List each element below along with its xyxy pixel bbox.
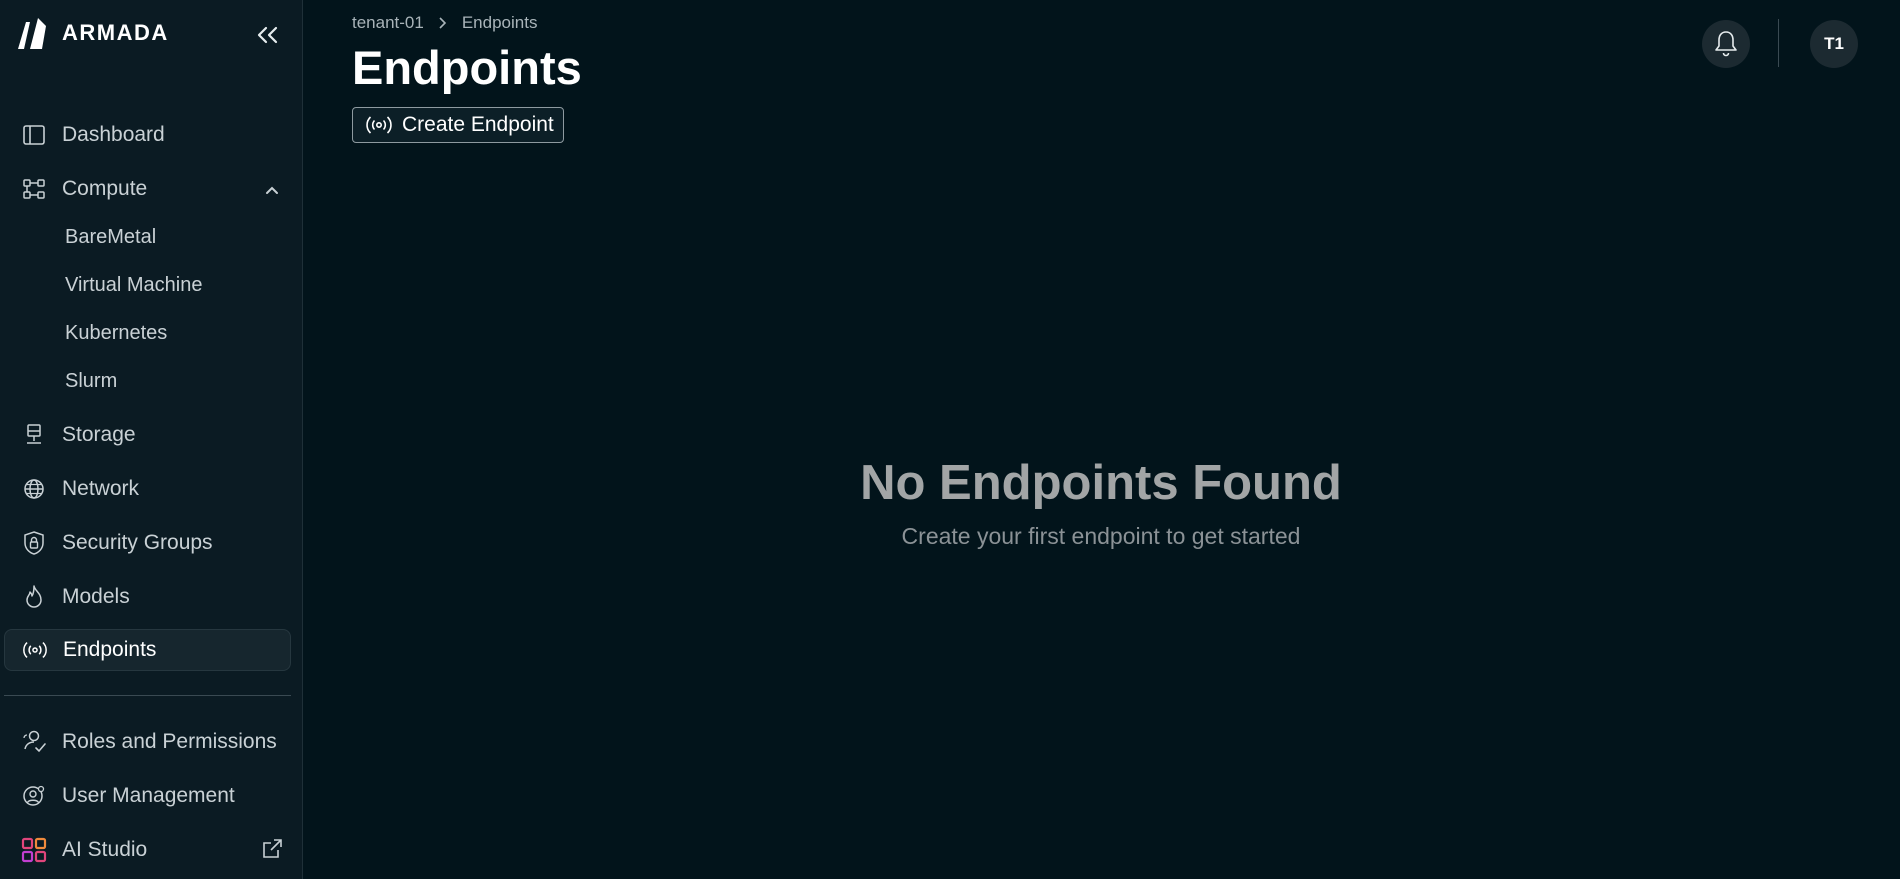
- sidebar-item-network[interactable]: Network: [4, 468, 291, 510]
- dashboard-icon: [20, 121, 48, 149]
- collapse-sidebar-button[interactable]: [252, 20, 282, 50]
- sidebar-item-label: Dashboard: [62, 123, 165, 146]
- sidebar-item-label: Storage: [62, 423, 136, 446]
- chevron-up-icon[interactable]: [262, 180, 282, 200]
- user-gear-icon: [20, 782, 48, 810]
- brand-logo[interactable]: ARMADA: [16, 16, 169, 50]
- globe-icon: [20, 475, 48, 503]
- create-endpoint-button[interactable]: Create Endpoint: [352, 107, 564, 143]
- create-endpoint-label: Create Endpoint: [402, 113, 554, 136]
- sidebar-item-label: AI Studio: [62, 838, 148, 861]
- sidebar-subitem-slurm[interactable]: Slurm: [65, 364, 117, 398]
- roles-icon: [20, 728, 48, 756]
- broadcast-icon: [366, 116, 392, 134]
- page-title: Endpoints: [352, 41, 582, 94]
- sidebar-item-endpoints[interactable]: Endpoints: [4, 629, 291, 671]
- sidebar: ARMADA Dashboard Compute BareMetal Virtu…: [0, 0, 303, 879]
- main-content: tenant-01 Endpoints Endpoints Create End…: [303, 0, 1900, 879]
- armada-logo-icon: [18, 18, 46, 49]
- sidebar-subitem-virtual-machine[interactable]: Virtual Machine: [65, 268, 202, 302]
- sidebar-item-roles-and-permissions[interactable]: Roles and Permissions: [4, 721, 291, 763]
- sidebar-item-storage[interactable]: Storage: [4, 414, 291, 456]
- sidebar-item-label: Roles and Permissions: [62, 730, 277, 753]
- breadcrumb-current: Endpoints: [461, 13, 538, 32]
- sidebar-item-label: Security Groups: [62, 531, 213, 554]
- empty-state-subtitle: Create your first endpoint to get starte…: [901, 523, 1301, 549]
- sidebar-item-label: Models: [62, 585, 130, 608]
- notifications-button[interactable]: [1702, 20, 1750, 68]
- flame-icon: [20, 583, 48, 611]
- empty-state: No Endpoints Found Create your first end…: [303, 455, 1899, 550]
- sidebar-item-dashboard[interactable]: Dashboard: [4, 114, 291, 156]
- sidebar-divider: [4, 695, 291, 696]
- sidebar-item-label: Network: [62, 477, 140, 500]
- sidebar-item-user-management[interactable]: User Management: [4, 775, 291, 817]
- compute-icon: [20, 175, 48, 203]
- breadcrumb: tenant-01 Endpoints: [352, 13, 537, 33]
- sidebar-item-ai-studio[interactable]: AI Studio: [4, 829, 291, 871]
- sidebar-subitem-kubernetes[interactable]: Kubernetes: [65, 316, 167, 350]
- header-divider: [1778, 19, 1779, 67]
- external-link-icon[interactable]: [260, 837, 284, 861]
- chevron-right-icon: [439, 17, 446, 29]
- double-chevron-left-icon: [257, 26, 278, 44]
- sidebar-item-label: Endpoints: [63, 638, 157, 661]
- sidebar-item-models[interactable]: Models: [4, 576, 291, 618]
- sidebar-item-label: Compute: [62, 177, 148, 200]
- brand-name: ARMADA: [62, 20, 169, 45]
- bell-icon: [1715, 31, 1737, 57]
- breadcrumb-tenant[interactable]: tenant-01: [352, 13, 424, 33]
- sidebar-subitem-baremetal[interactable]: BareMetal: [65, 220, 156, 254]
- sidebar-item-compute[interactable]: Compute: [4, 168, 291, 210]
- broadcast-icon: [21, 636, 49, 664]
- empty-state-title: No Endpoints Found: [860, 456, 1342, 510]
- sidebar-item-security-groups[interactable]: Security Groups: [4, 522, 291, 564]
- storage-icon: [20, 421, 48, 449]
- avatar[interactable]: T1: [1810, 20, 1858, 68]
- ai-studio-icon: [20, 836, 48, 864]
- app-shell: ARMADA Dashboard Compute BareMetal Virtu…: [0, 0, 1900, 879]
- sidebar-item-label: User Management: [62, 784, 235, 807]
- shield-lock-icon: [20, 529, 48, 557]
